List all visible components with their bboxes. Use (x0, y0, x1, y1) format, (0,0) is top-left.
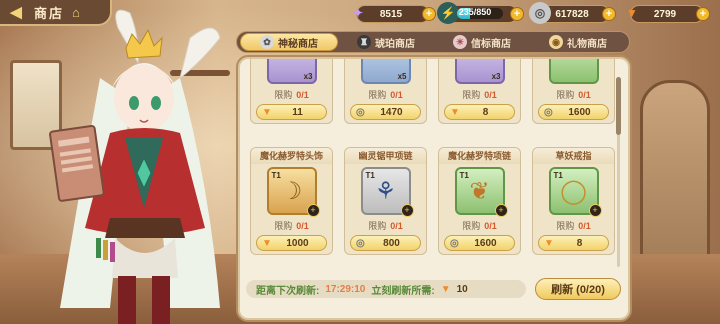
refresh-info-bar: 距离下次刷新: 17:29:10 立刻刷新所需: ▼ 10 (246, 280, 526, 298)
tier-badge: T1 (553, 171, 563, 180)
shop-item-card[interactable]: 魔化赫罗特头饰 T1 ☽ + 限购 0/1 ▼ 1000 (250, 147, 333, 255)
coin-icon: ◎ (529, 2, 551, 24)
tab-label: 神秘商店 (278, 38, 318, 50)
crystal-icon: ✦ (352, 6, 364, 20)
buy-button[interactable]: ▼ 8 (444, 104, 515, 120)
refresh-cost-label: 立刻刷新所需: (371, 285, 435, 297)
gift-shop-icon: ◉ (549, 35, 563, 49)
buy-button[interactable]: ▼ 8 (538, 235, 609, 251)
item-icon: x5 (360, 59, 411, 84)
item-quantity: x5 (397, 72, 407, 81)
refresh-cost: 10 (456, 283, 468, 295)
coin-icon: ◎ (356, 106, 365, 118)
refresh-countdown-label: 距离下次刷新: (256, 285, 320, 297)
coin-icon: ◎ (450, 237, 459, 249)
tab-label: 礼物商店 (567, 38, 607, 50)
amber-shop-icon: ♜ (357, 35, 371, 49)
back-title-bar[interactable]: ◀ 商店 ⌂ (0, 0, 112, 26)
shop-tabs: ✿ 神秘商店 ♜ 琥珀商店 ☀ 信标商店 ◉ 礼物商店 (236, 31, 630, 53)
purchase-limit: 限购 0/1 (556, 90, 591, 100)
gem-counter: ✦ 8515 + (353, 5, 436, 23)
shop-item-card[interactable]: x3 限购 0/1 ▼ 11 (250, 59, 333, 124)
coin-icon: ◎ (544, 106, 553, 118)
coin-counter: ◎ 617828 + (529, 2, 616, 24)
item-icon (548, 59, 599, 84)
item-name: 幽灵锯甲项链 (345, 148, 426, 164)
tier-badge: T1 (459, 171, 469, 180)
stamina-counter: ⚡ 235/850 + (437, 2, 524, 24)
shopkeeper-character (49, 9, 221, 324)
shop-item-card[interactable]: x3 限购 0/1 ▼ 8 (438, 59, 521, 124)
carrot-icon: ▼ (262, 106, 272, 118)
page-title: 商店 (34, 5, 65, 21)
tab-beacon-shop[interactable]: ☀ 信标商店 (434, 33, 530, 51)
item-name: 草妖戒指 (533, 148, 614, 164)
purchase-limit: 限购 0/1 (274, 221, 309, 231)
add-carrot-button[interactable]: + (696, 7, 710, 21)
item-icon: x3 (266, 59, 317, 84)
tab-amber-shop[interactable]: ♜ 琥珀商店 (338, 33, 434, 51)
buy-button[interactable]: ▼ 1000 (256, 235, 327, 251)
plus-icon[interactable]: + (306, 204, 320, 217)
ring-icon: T1 ◯ + (548, 167, 602, 217)
item-name: 魔化赫罗特头饰 (251, 148, 332, 164)
doorway (640, 80, 710, 280)
buy-button[interactable]: ◎ 1470 (350, 104, 421, 120)
carrot-icon: ▼ (544, 237, 554, 249)
plus-icon[interactable]: + (588, 204, 602, 217)
tier-badge: T1 (365, 171, 375, 180)
refresh-button[interactable]: 刷新 (0/20) (535, 278, 621, 300)
refresh-timer: 17:29:10 (325, 283, 366, 295)
necklace-icon: T1 ⚘ + (360, 167, 414, 217)
purchase-limit: 限购 0/1 (556, 221, 591, 231)
coin-icon: ◎ (356, 237, 365, 249)
buy-button[interactable]: ◎ 800 (350, 235, 421, 251)
item-name: 魔化赫罗特项链 (439, 148, 520, 164)
item-icon: x3 (454, 59, 505, 84)
tab-label: 琥珀商店 (375, 38, 415, 50)
add-coin-button[interactable]: + (602, 7, 616, 21)
headdress-icon: T1 ☽ + (266, 167, 320, 217)
carrot-icon: ▼ (440, 283, 451, 295)
add-stamina-button[interactable]: + (510, 7, 524, 21)
tab-gift-shop[interactable]: ◉ 礼物商店 (530, 33, 626, 51)
purchase-limit: 限购 0/1 (368, 90, 403, 100)
buy-button[interactable]: ▼ 11 (256, 104, 327, 120)
shop-item-card[interactable]: 幽灵锯甲项链 T1 ⚘ + 限购 0/1 ◎ 800 (344, 147, 427, 255)
home-icon[interactable]: ⌂ (72, 5, 80, 20)
tier-badge: T1 (271, 171, 281, 180)
back-arrow-icon[interactable]: ◀ (4, 0, 28, 24)
add-gem-button[interactable]: + (422, 7, 436, 21)
purchase-limit: 限购 0/1 (462, 221, 497, 231)
shop-item-card[interactable]: 魔化赫罗特项链 T1 ❦ + 限购 0/1 ◎ 1600 (438, 147, 521, 255)
shop-item-card[interactable]: 草妖戒指 T1 ◯ + 限购 0/1 ▼ 8 (532, 147, 615, 255)
purchase-limit: 限购 0/1 (368, 221, 403, 231)
scrollbar[interactable] (616, 77, 621, 267)
stamina-value: 235/850 (458, 7, 492, 17)
purchase-limit: 限购 0/1 (274, 90, 309, 100)
carrot-icon: ▼ (626, 6, 638, 20)
plus-icon[interactable]: + (494, 204, 508, 217)
beacon-shop-icon: ☀ (453, 35, 467, 49)
necklace-icon: T1 ❦ + (454, 167, 508, 217)
tab-mystery-shop[interactable]: ✿ 神秘商店 (240, 33, 338, 51)
buy-button[interactable]: ◎ 1600 (444, 235, 515, 251)
purchase-limit: 限购 0/1 (462, 90, 497, 100)
mystery-shop-icon: ✿ (260, 35, 274, 49)
shop-item-card[interactable]: 限购 0/1 ◎ 1600 (532, 59, 615, 124)
shop-item-card[interactable]: x5 限购 0/1 ◎ 1470 (344, 59, 427, 124)
buy-button[interactable]: ◎ 1600 (538, 104, 609, 120)
carrot-icon: ▼ (262, 237, 272, 249)
carrot-counter: ▼ 2799 + (626, 5, 710, 23)
scrollbar-thumb[interactable] (616, 77, 621, 135)
item-quantity: x3 (303, 72, 313, 81)
plus-icon[interactable]: + (400, 204, 414, 217)
item-quantity: x3 (491, 72, 501, 81)
carrot-icon: ▼ (450, 106, 460, 118)
tab-label: 信标商店 (471, 38, 511, 50)
